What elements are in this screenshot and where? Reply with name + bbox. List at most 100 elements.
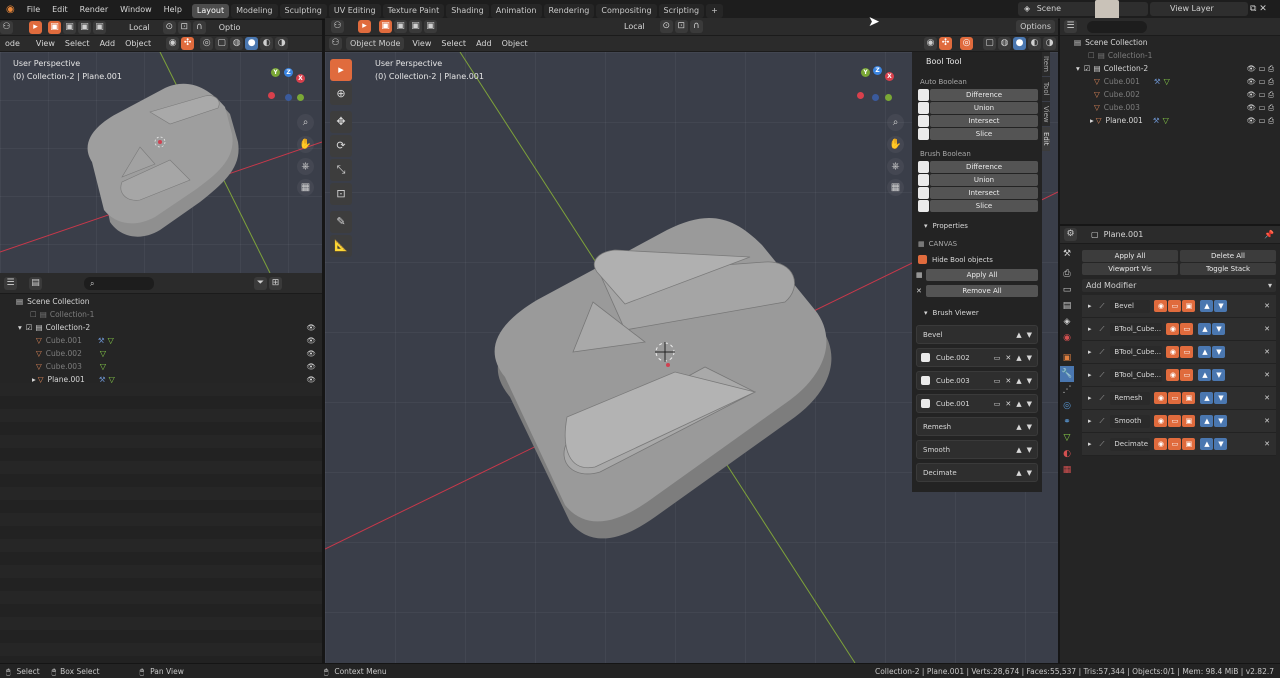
checkbox-icon[interactable]: ☐ xyxy=(30,308,37,321)
main-menu-select[interactable]: Select xyxy=(436,37,471,50)
move-down-icon[interactable]: ▼ xyxy=(1027,446,1032,454)
properties-section[interactable]: ▾ Properties xyxy=(924,222,1042,230)
expand-icon[interactable]: ▸ xyxy=(1088,440,1092,448)
eye-icon[interactable]: 👁 xyxy=(306,334,316,347)
render-toggle-icon[interactable]: ◉ xyxy=(1154,415,1168,427)
brush-viewer-row[interactable]: Cube.003 ▭ ✕ ▲ ▼ xyxy=(916,371,1038,390)
gizmo-neg-y-icon[interactable] xyxy=(297,94,304,101)
remove-modifier-icon[interactable]: ✕ xyxy=(1264,371,1270,379)
np-apply-all-button[interactable]: Apply All xyxy=(926,269,1038,281)
editor-type-icon[interactable]: ⚇ xyxy=(331,20,344,33)
left-menu-view[interactable]: View xyxy=(31,37,60,50)
scene-tab-icon[interactable]: ◈ xyxy=(1060,314,1074,330)
row-icons[interactable]: 👁 ▭ ⎙ xyxy=(1247,114,1274,127)
outliner-row[interactable]: ▤ Scene Collection xyxy=(0,295,322,308)
rendered-shading-icon[interactable]: ◑ xyxy=(1043,37,1056,50)
auto-intersect-button[interactable]: Intersect xyxy=(930,115,1038,127)
outliner-row[interactable]: ☐ ▤ Collection-1 xyxy=(1060,49,1280,62)
move-up-icon[interactable]: ▲ xyxy=(1200,415,1214,427)
editmode-toggle-icon[interactable]: ▣ xyxy=(1182,392,1196,404)
select-tool-icon[interactable]: ▸ xyxy=(29,21,42,34)
physics-tab-icon[interactable]: ◎ xyxy=(1060,398,1074,414)
select-mode-4-icon[interactable]: ▣ xyxy=(93,21,106,34)
move-up-icon[interactable]: ▲ xyxy=(1016,423,1021,431)
select-tool-icon[interactable]: ▸ xyxy=(358,20,371,33)
expand-icon[interactable]: ▸ xyxy=(1090,114,1094,127)
select-mode-2-icon[interactable]: ▣ xyxy=(63,21,76,34)
tab-animation[interactable]: Animation xyxy=(490,4,542,18)
brush-viewer-row[interactable]: Smooth ▲ ▼ xyxy=(916,440,1038,459)
viewport-toggle-icon[interactable]: ▭ xyxy=(1168,300,1182,312)
select-mode-icon[interactable]: ▣ xyxy=(48,21,61,34)
move-down-icon[interactable]: ▼ xyxy=(1027,469,1032,477)
modifier-name-field[interactable]: Smooth xyxy=(1110,414,1151,428)
move-down-icon[interactable]: ▼ xyxy=(1027,331,1032,339)
select-box-tool-icon[interactable]: ▸ xyxy=(330,59,352,81)
gizmo-neg-y-icon[interactable] xyxy=(885,94,892,101)
left-mode-select[interactable]: ode xyxy=(0,37,25,50)
brush-viewer-row[interactable]: Bevel ▲ ▼ xyxy=(916,325,1038,344)
auto-union-button[interactable]: Union xyxy=(930,102,1038,114)
remove-brush-icon[interactable]: ✕ xyxy=(1005,400,1011,408)
outliner-editor-icon[interactable]: ☰ xyxy=(1064,20,1077,33)
menu-edit[interactable]: Edit xyxy=(46,0,74,20)
select-mode-3-icon[interactable]: ▣ xyxy=(409,20,422,33)
move-down-icon[interactable]: ▼ xyxy=(1027,377,1032,385)
gizmo-neg-z-icon[interactable] xyxy=(285,94,292,101)
editor-type-icon[interactable]: ⚇ xyxy=(0,21,13,34)
checkbox-icon[interactable]: ☑ xyxy=(1084,62,1091,75)
eye-icon[interactable]: 👁 xyxy=(306,347,316,360)
properties-editor-icon[interactable]: ⚙ xyxy=(1064,228,1077,241)
eye-icon[interactable]: 👁 xyxy=(306,360,316,373)
left-viewport[interactable]: User Perspective (0) Collection-2 | Plan… xyxy=(0,52,322,273)
gizmo-x-icon[interactable]: X xyxy=(296,74,305,83)
pivot-icon[interactable]: ⊙ xyxy=(162,21,176,34)
tab-texture-paint[interactable]: Texture Paint xyxy=(382,4,445,18)
render-toggle-icon[interactable]: ◉ xyxy=(1166,323,1180,335)
render-toggle-icon[interactable]: ◉ xyxy=(1154,392,1168,404)
data-tab-icon[interactable]: ▽ xyxy=(1060,430,1074,446)
left-menu-add[interactable]: Add xyxy=(95,37,121,50)
modifier-name-field[interactable]: Remesh xyxy=(1110,391,1151,405)
gizmo-z-icon[interactable]: Z xyxy=(284,68,293,77)
expand-icon[interactable]: ▸ xyxy=(1088,302,1092,310)
visibility-icon[interactable]: ◉ xyxy=(924,37,937,50)
brush-viewer-section[interactable]: ▾ Brush Viewer xyxy=(924,309,1042,317)
main-menu-add[interactable]: Add xyxy=(471,37,497,50)
menu-window[interactable]: Window xyxy=(114,0,158,20)
brush-union-button[interactable]: Union xyxy=(930,174,1038,186)
snap-icon[interactable]: ⊡ xyxy=(177,21,191,34)
move-down-icon[interactable]: ▼ xyxy=(1214,415,1228,427)
tab-sculpting[interactable]: Sculpting xyxy=(279,4,327,18)
tab-scripting[interactable]: Scripting xyxy=(658,4,705,18)
select-mode-2-icon[interactable]: ▣ xyxy=(394,20,407,33)
material-tab-icon[interactable]: ◐ xyxy=(1060,446,1074,462)
gizmo-neg-z-icon[interactable] xyxy=(872,94,879,101)
view-layer-tab-icon[interactable]: ▤ xyxy=(1060,298,1074,314)
tab-view[interactable]: View xyxy=(1042,102,1050,126)
move-up-icon[interactable]: ▲ xyxy=(1016,400,1021,408)
tab-uv-editing[interactable]: UV Editing xyxy=(328,4,381,18)
outliner-row[interactable]: ▾ ☑ ▤ Collection-2 👁 ▭ ⎙ xyxy=(1060,62,1280,75)
expand-icon[interactable]: ▾ xyxy=(18,321,22,334)
main-menu-object[interactable]: Object xyxy=(497,37,533,50)
remove-modifier-icon[interactable]: ✕ xyxy=(1264,440,1270,448)
outliner-row[interactable]: ▾ ☑ ▤ Collection-2 👁 xyxy=(0,321,322,334)
gizmo-neg-x-icon[interactable] xyxy=(268,92,275,99)
object-tab-icon[interactable]: ▣ xyxy=(1060,350,1074,366)
main-menu-view[interactable]: View xyxy=(407,37,436,50)
tab-rendering[interactable]: Rendering xyxy=(543,4,595,18)
viewport-toggle-icon[interactable]: ▭ xyxy=(1168,438,1182,450)
left-options-button[interactable]: Optio xyxy=(214,21,246,34)
outliner-row[interactable]: ☐ ▤ Collection-1 xyxy=(0,308,322,321)
render-toggle-icon[interactable]: ◉ xyxy=(1166,346,1180,358)
brush-viewer-row[interactable]: Cube.002 ▭ ✕ ▲ ▼ xyxy=(916,348,1038,367)
tab-shading[interactable]: Shading xyxy=(446,4,489,18)
particles-tab-icon[interactable]: ⋰ xyxy=(1060,382,1074,398)
monitor-icon[interactable]: ▭ xyxy=(994,354,1001,362)
overlay-toggle-icon[interactable]: ◎ xyxy=(200,37,214,50)
gizmo-y-icon[interactable]: Y xyxy=(861,68,870,77)
rendered-shading-icon[interactable]: ◑ xyxy=(275,37,289,50)
remove-brush-icon[interactable]: ✕ xyxy=(1005,354,1011,362)
proportional-icon[interactable]: ∩ xyxy=(192,21,206,34)
